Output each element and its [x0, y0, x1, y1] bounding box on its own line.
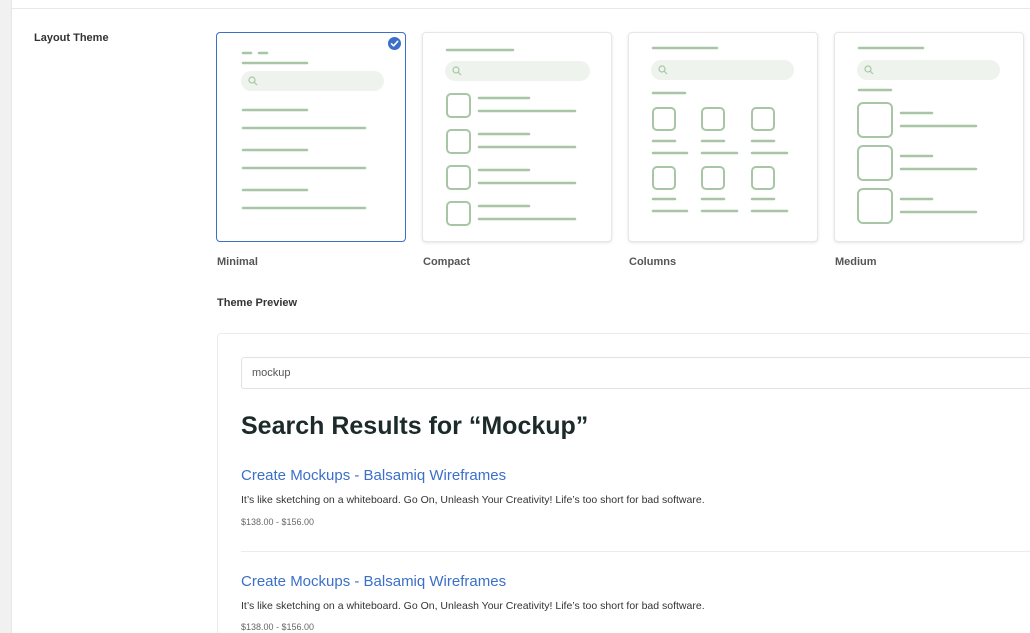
result-title-link[interactable]: Create Mockups - Balsamiq Wireframes	[241, 573, 506, 590]
result-divider	[241, 551, 1030, 552]
theme-label-columns: Columns	[629, 256, 677, 268]
theme-preview-label: Theme Preview	[217, 297, 298, 309]
layout-theme-label: Layout Theme	[34, 32, 109, 44]
theme-card-compact[interactable]	[422, 32, 612, 242]
result-description: It’s like sketching on a whiteboard. Go …	[241, 494, 705, 506]
selected-check-icon	[388, 37, 401, 50]
top-divider	[12, 8, 1030, 9]
left-gutter	[0, 0, 12, 633]
theme-card-columns[interactable]	[628, 32, 818, 242]
results-heading: Search Results for “Mockup”	[241, 412, 589, 440]
columns-wireframe-icon	[651, 46, 794, 213]
compact-wireframe-icon	[445, 48, 590, 226]
theme-label-medium: Medium	[835, 256, 877, 268]
theme-label-compact: Compact	[423, 256, 471, 268]
theme-card-medium[interactable]	[834, 32, 1024, 242]
theme-label-minimal: Minimal	[217, 256, 258, 268]
medium-wireframe-icon	[857, 46, 1000, 224]
minimal-wireframe-icon	[241, 51, 384, 210]
result-price: $138.00 - $156.00	[241, 622, 315, 632]
result-title-link[interactable]: Create Mockups - Balsamiq Wireframes	[241, 467, 506, 484]
theme-card-minimal[interactable]	[216, 32, 406, 242]
preview-search-input[interactable]: mockup	[241, 357, 1030, 389]
result-price: $138.00 - $156.00	[241, 517, 315, 527]
result-description: It’s like sketching on a whiteboard. Go …	[241, 600, 705, 612]
